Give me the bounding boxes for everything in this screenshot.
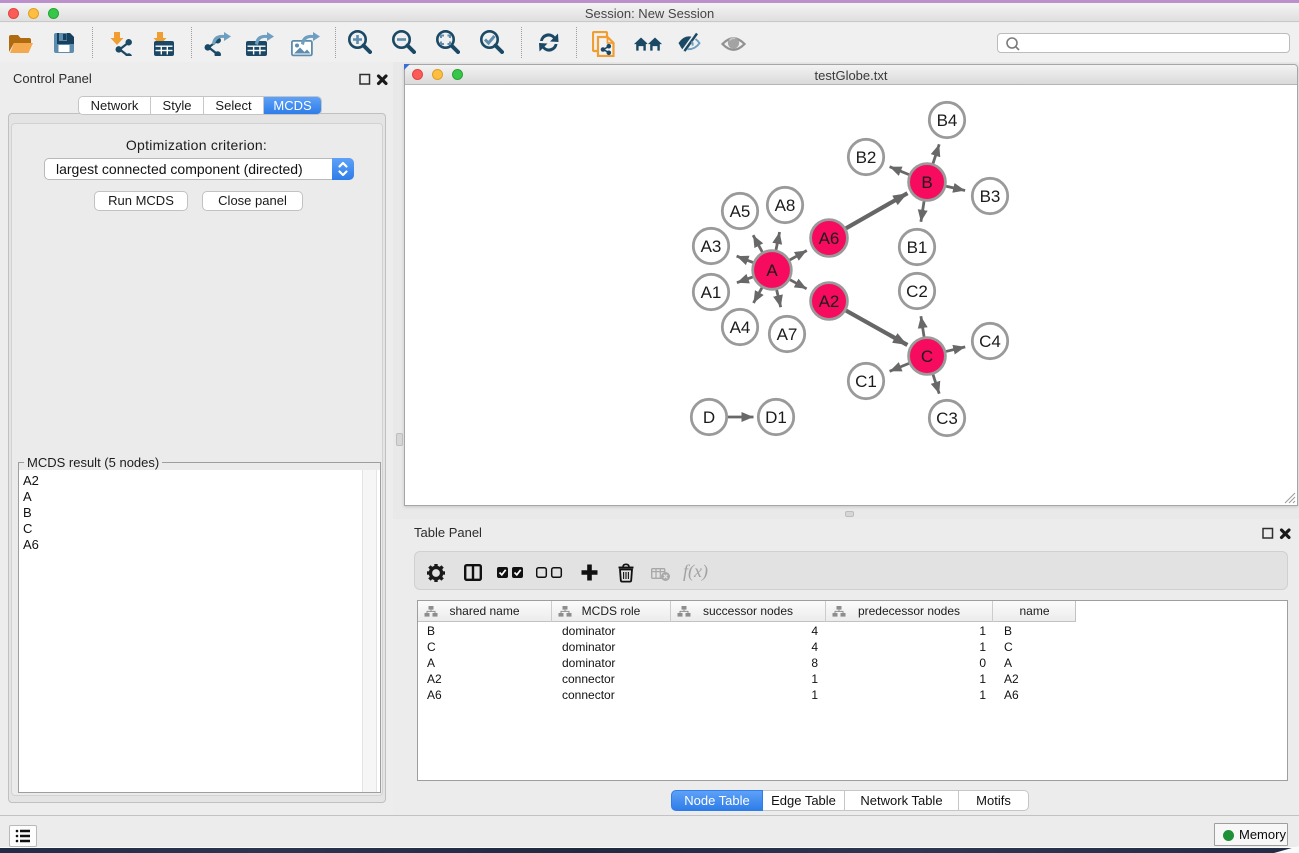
svg-text:B: B (921, 173, 932, 192)
svg-text:C3: C3 (936, 409, 958, 428)
svg-text:D: D (703, 408, 715, 427)
svg-text:A1: A1 (701, 283, 722, 302)
svg-text:B2: B2 (856, 148, 877, 167)
svg-text:A5: A5 (730, 202, 751, 221)
svg-text:A3: A3 (701, 237, 722, 256)
svg-text:A6: A6 (819, 229, 840, 248)
svg-text:C2: C2 (906, 282, 928, 301)
svg-text:B4: B4 (937, 111, 958, 130)
svg-text:A: A (766, 261, 778, 280)
svg-text:A2: A2 (819, 292, 840, 311)
svg-text:C1: C1 (855, 372, 877, 391)
svg-text:A7: A7 (777, 325, 798, 344)
svg-text:B1: B1 (907, 238, 928, 257)
svg-text:C4: C4 (979, 332, 1001, 351)
svg-text:D1: D1 (765, 408, 787, 427)
svg-text:B3: B3 (980, 187, 1001, 206)
svg-text:A4: A4 (730, 318, 751, 337)
svg-text:A8: A8 (775, 196, 796, 215)
svg-text:C: C (921, 347, 933, 366)
